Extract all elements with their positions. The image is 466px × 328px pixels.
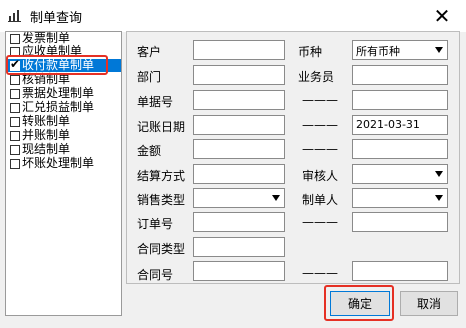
currency-label: 币种 xyxy=(298,45,323,59)
category-item-bill[interactable]: 票据处理制单 xyxy=(6,87,121,100)
category-item-merge[interactable]: 并账制单 xyxy=(6,129,121,142)
order-no-label: 订单号 xyxy=(137,217,174,231)
checkbox-icon[interactable] xyxy=(10,88,20,99)
order-no-to-input[interactable] xyxy=(352,212,448,232)
range-separator: ——— xyxy=(302,118,338,132)
cancel-button[interactable]: 取消 xyxy=(400,291,458,316)
close-button[interactable]: ✕ xyxy=(418,0,466,32)
customer-input[interactable] xyxy=(193,40,285,60)
sales-type-select[interactable] xyxy=(193,188,285,208)
checkbox-icon[interactable] xyxy=(10,102,20,113)
category-item-transfer[interactable]: 转账制单 xyxy=(6,115,121,128)
range-separator: ——— xyxy=(302,93,338,107)
reviewer-label: 审核人 xyxy=(302,169,339,183)
checkbox-icon[interactable] xyxy=(10,33,20,44)
amount-label: 金额 xyxy=(137,144,162,158)
category-label: 票据处理制单 xyxy=(22,86,95,100)
dropdown-arrow-icon[interactable] xyxy=(435,47,443,53)
category-label: 坏账处理制单 xyxy=(22,156,95,170)
category-item-cash[interactable]: 现结制单 xyxy=(6,143,121,156)
category-label: 并账制单 xyxy=(22,128,71,142)
post-date-label: 记账日期 xyxy=(137,120,186,134)
post-date-to-input[interactable]: 2021-03-31 xyxy=(352,115,448,135)
checkbox-icon[interactable] xyxy=(10,144,20,155)
checkbox-icon[interactable] xyxy=(10,74,20,85)
checkbox-icon[interactable] xyxy=(10,116,20,127)
checkbox-icon[interactable] xyxy=(10,158,20,169)
dropdown-arrow-icon[interactable] xyxy=(272,195,280,201)
doc-no-label: 单据号 xyxy=(137,95,174,109)
category-label: 现结制单 xyxy=(22,142,71,156)
dropdown-arrow-icon[interactable] xyxy=(435,195,443,201)
salesperson-label: 业务员 xyxy=(298,70,335,84)
category-item-exchange[interactable]: 汇兑损益制单 xyxy=(6,101,121,114)
order-no-from-input[interactable] xyxy=(193,212,285,232)
app-icon xyxy=(8,10,21,22)
department-label: 部门 xyxy=(137,70,162,84)
contract-type-label: 合同类型 xyxy=(137,242,186,256)
currency-select[interactable]: 所有币种 xyxy=(352,40,448,60)
sales-type-label: 销售类型 xyxy=(137,193,186,207)
doc-no-from-input[interactable] xyxy=(193,90,285,110)
checkbox-icon[interactable] xyxy=(10,130,20,141)
amount-from-input[interactable] xyxy=(193,139,285,159)
customer-label: 客户 xyxy=(137,45,162,59)
contract-no-from-input[interactable] xyxy=(193,261,285,281)
currency-value: 所有币种 xyxy=(356,45,400,58)
doc-no-to-input[interactable] xyxy=(352,90,448,110)
contract-no-to-input[interactable] xyxy=(352,261,448,281)
category-item-baddebt[interactable]: 坏账处理制单 xyxy=(6,157,121,170)
dropdown-arrow-icon[interactable] xyxy=(435,171,443,177)
range-separator: ——— xyxy=(302,142,338,156)
settlement-label: 结算方式 xyxy=(137,169,186,183)
contract-no-label: 合同号 xyxy=(137,268,174,282)
maker-label: 制单人 xyxy=(302,193,339,207)
settlement-input[interactable] xyxy=(193,164,285,184)
range-separator: ——— xyxy=(302,215,338,229)
salesperson-input[interactable] xyxy=(352,65,448,85)
close-icon: ✕ xyxy=(433,4,451,28)
post-date-from-input[interactable] xyxy=(193,115,285,135)
maker-select[interactable] xyxy=(352,188,448,208)
title-bar: 制单查询 ✕ xyxy=(0,0,466,32)
highlight-box-ok xyxy=(324,285,394,321)
category-label: 汇兑损益制单 xyxy=(22,100,95,114)
reviewer-select[interactable] xyxy=(352,164,448,184)
category-label: 转账制单 xyxy=(22,114,71,128)
amount-to-input[interactable] xyxy=(352,139,448,159)
window-title: 制单查询 xyxy=(30,11,83,26)
department-input[interactable] xyxy=(193,65,285,85)
query-form: 客户 币种 所有币种 部门 业务员 单据号 ——— 记账日期 ——— 2021-… xyxy=(126,31,460,284)
highlight-box-selection xyxy=(6,55,108,75)
range-separator: ——— xyxy=(302,266,338,280)
contract-type-input[interactable] xyxy=(193,237,285,257)
